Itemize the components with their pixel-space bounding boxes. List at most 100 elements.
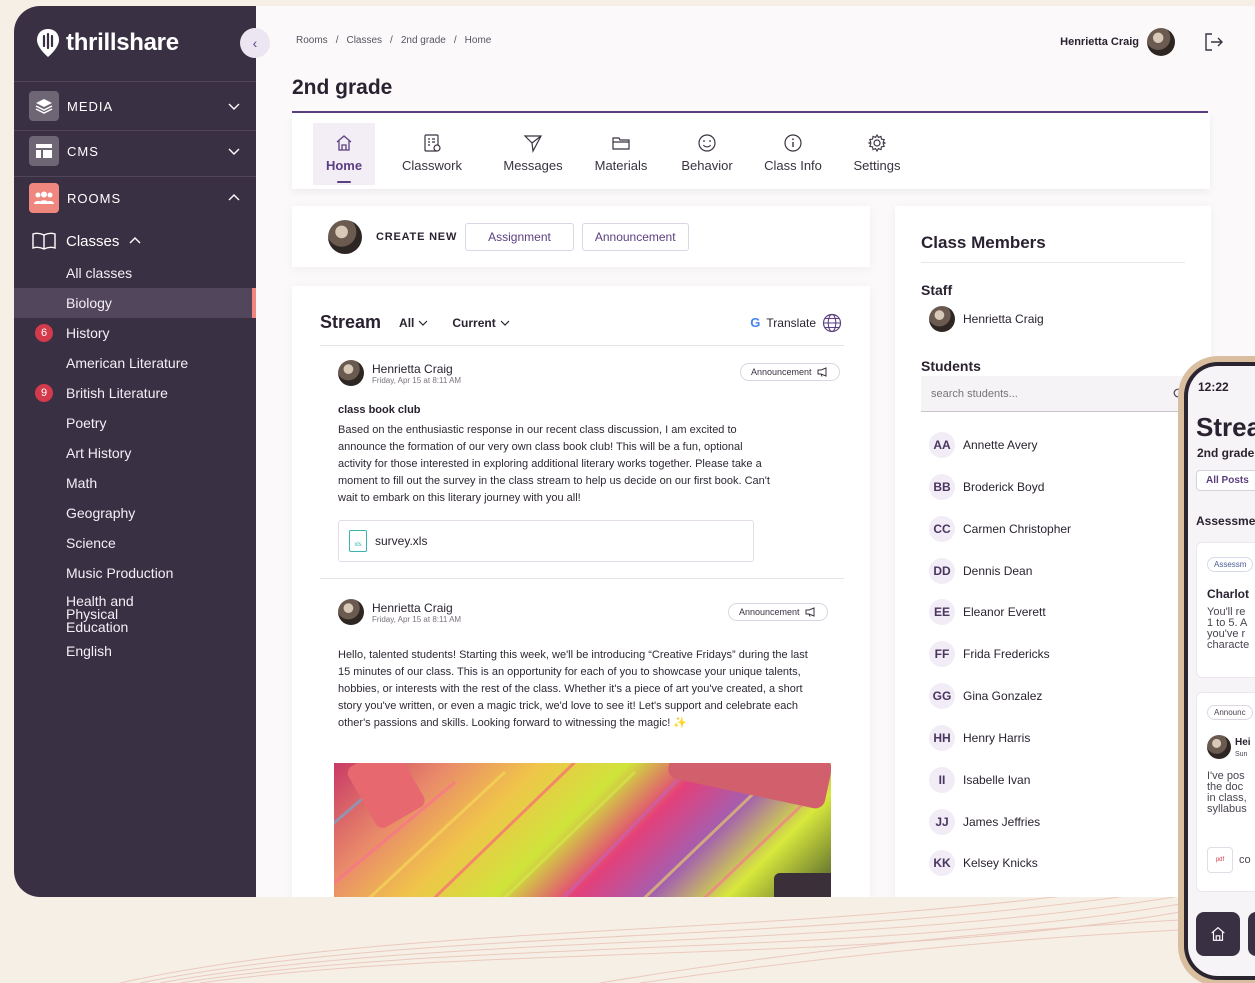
student-name: James Jeffries xyxy=(963,815,1041,829)
chevron-up-icon[interactable] xyxy=(228,192,240,204)
sidebar-item-history[interactable]: 6 History xyxy=(14,318,256,348)
post-author-name: Henrietta Craig xyxy=(372,361,453,376)
student-search-input[interactable] xyxy=(921,376,1193,412)
translate-button[interactable]: G Translate xyxy=(750,313,842,333)
student-name: Broderick Boyd xyxy=(963,480,1045,494)
sidebar-item-label: British Literature xyxy=(66,385,168,401)
classes-toggle[interactable]: Classes xyxy=(32,232,141,250)
brand-name: thrillshare xyxy=(66,29,179,56)
chalk-art-drawing xyxy=(334,763,831,897)
sidebar-divider xyxy=(14,176,256,177)
phone-card-date: Sun xyxy=(1235,751,1248,758)
logout-icon[interactable] xyxy=(1203,31,1225,53)
tab-settings[interactable]: Settings xyxy=(847,123,907,185)
student-row[interactable]: EE Eleanor Everett xyxy=(929,599,1046,625)
student-initials: BB xyxy=(929,474,955,500)
sidebar-item-english[interactable]: English xyxy=(14,636,256,666)
student-row[interactable]: BB Broderick Boyd xyxy=(929,474,1044,500)
sidebar-item-american-literature[interactable]: American Literature xyxy=(14,348,256,378)
chevron-down-icon[interactable] xyxy=(228,100,240,112)
sidebar-item-label: Art History xyxy=(66,445,132,461)
xls-file-icon: xls xyxy=(349,530,367,552)
sidebar-item-all-classes[interactable]: All classes xyxy=(14,258,256,288)
phone-nav-home[interactable] xyxy=(1196,912,1240,956)
student-row[interactable]: HH Henry Harris xyxy=(929,725,1030,751)
phone-announcement-card[interactable]: Announc Hei Sun I've pos the doc in clas… xyxy=(1196,692,1255,892)
chevron-down-icon[interactable] xyxy=(228,145,240,157)
tab-behavior[interactable]: Behavior xyxy=(674,123,740,185)
user-name: Henrietta Craig xyxy=(1060,36,1139,48)
user-menu[interactable]: Henrietta Craig xyxy=(1060,28,1175,56)
clipboard-icon xyxy=(424,134,441,152)
sidebar-item-british-literature[interactable]: 9 British Literature xyxy=(14,378,256,408)
phone-assessment-card[interactable]: Assessm Charlot You'll re 1 to 5. A you'… xyxy=(1196,542,1255,678)
breadcrumb-link[interactable]: 2nd grade xyxy=(401,35,446,46)
tab-label: Messages xyxy=(503,158,563,173)
student-name: Henry Harris xyxy=(963,731,1031,745)
student-row[interactable]: II Isabelle Ivan xyxy=(929,767,1030,793)
filter-label: All xyxy=(399,315,415,330)
file-type-label: xls xyxy=(354,542,362,548)
phone-filter-chip[interactable]: All Posts xyxy=(1196,470,1255,491)
breadcrumb-separator: / xyxy=(335,35,339,46)
breadcrumb-link[interactable]: Classes xyxy=(346,35,382,46)
post-author-name: Henrietta Craig xyxy=(372,600,453,615)
breadcrumb-current: Home xyxy=(464,35,492,46)
phone-stream-title: Strea xyxy=(1196,412,1255,442)
sidebar-item-label: Music Production xyxy=(66,565,174,581)
filter-current-dropdown[interactable]: Current xyxy=(452,316,510,330)
tab-class-info[interactable]: Class Info xyxy=(760,123,826,185)
sidebar-item-geography[interactable]: Geography xyxy=(14,498,256,528)
sidebar-section-rooms[interactable]: ROOMS xyxy=(14,178,256,218)
sidebar-item-health-pe[interactable]: Health and Physical Education xyxy=(14,594,214,634)
phone-nav-item[interactable] xyxy=(1248,912,1255,956)
tab-label: Settings xyxy=(853,158,901,173)
breadcrumb-link[interactable]: Rooms xyxy=(296,35,328,46)
sidebar-item-math[interactable]: Math xyxy=(14,468,256,498)
sidebar-section-label: ROOMS xyxy=(67,190,122,206)
tab-materials[interactable]: Materials xyxy=(588,123,654,185)
sidebar-item-biology[interactable]: Biology xyxy=(14,288,256,318)
phone-screen: 12:22 Strea 2nd grade All Posts Assessme… xyxy=(1188,366,1255,976)
sidebar-item-science[interactable]: Science xyxy=(14,528,256,558)
sidebar-section-cms[interactable]: CMS xyxy=(14,131,256,171)
student-initials: FF xyxy=(929,641,955,667)
chevron-up-icon xyxy=(129,237,141,244)
tag-label: Announcement xyxy=(739,607,800,617)
info-icon xyxy=(784,134,802,152)
page-title: 2nd grade xyxy=(292,76,393,99)
attachment-file[interactable]: xls survey.xls xyxy=(338,520,754,562)
brand-logo[interactable]: thrillshare xyxy=(36,28,179,58)
filter-all-dropdown[interactable]: All xyxy=(399,316,428,330)
tab-home[interactable]: Home xyxy=(313,123,375,185)
student-row[interactable]: JJ James Jeffries xyxy=(929,809,1040,835)
create-assignment-button[interactable]: Assignment xyxy=(465,222,574,251)
student-row[interactable]: KK Kelsey Knicks xyxy=(929,850,1038,876)
student-row[interactable]: FF Frida Fredericks xyxy=(929,641,1050,667)
tab-messages[interactable]: Messages xyxy=(498,123,568,185)
student-row[interactable]: DD Dennis Dean xyxy=(929,558,1032,584)
sidebar-section-media[interactable]: MEDIA xyxy=(14,86,256,126)
student-row[interactable]: GG Gina Gonzalez xyxy=(929,683,1042,709)
student-row[interactable]: AA Annette Avery xyxy=(929,432,1038,458)
send-icon xyxy=(523,135,542,153)
sidebar-item-music-production[interactable]: Music Production xyxy=(14,558,256,588)
sidebar-item-art-history[interactable]: Art History xyxy=(14,438,256,468)
chalk-art-image xyxy=(334,763,831,897)
tab-classwork[interactable]: Classwork xyxy=(397,123,467,185)
student-row[interactable]: CC Carmen Christopher xyxy=(929,516,1071,542)
phone-card-title: Charlot xyxy=(1207,587,1249,601)
sidebar-item-label: History xyxy=(66,325,110,341)
student-name: Kelsey Knicks xyxy=(963,856,1038,870)
staff-member[interactable]: Henrietta Craig xyxy=(929,306,1044,332)
post-body: Hello, talented students! Starting this … xyxy=(338,649,808,729)
create-announcement-button[interactable]: Announcement xyxy=(581,222,689,251)
sidebar-item-label: Poetry xyxy=(66,415,107,431)
breadcrumb-separator: / xyxy=(453,35,457,46)
student-name: Dennis Dean xyxy=(963,564,1033,578)
announcement-tag: Announcement xyxy=(728,603,828,621)
phone-section-title: Assessme xyxy=(1196,514,1255,528)
sidebar-item-poetry[interactable]: Poetry xyxy=(14,408,256,438)
student-initials: EE xyxy=(929,599,955,625)
stream-panel: Stream All Current G Translate Henrietta… xyxy=(292,286,870,897)
